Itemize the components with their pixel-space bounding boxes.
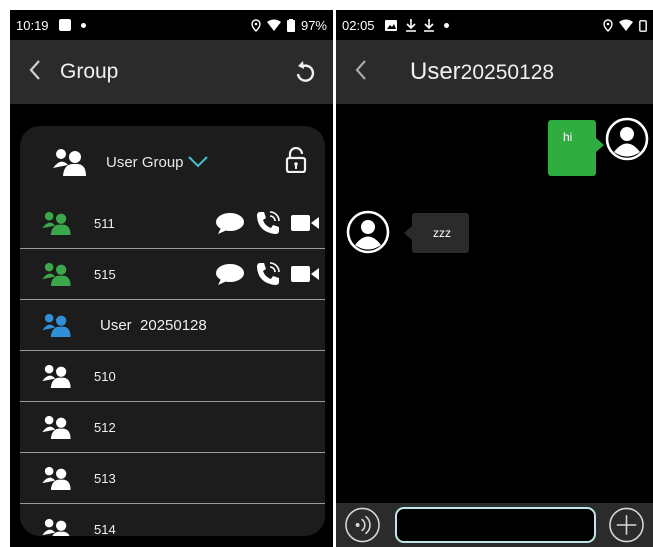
- chevron-left-icon: [355, 60, 366, 80]
- message-bubble-incoming[interactable]: zzz: [404, 213, 469, 253]
- message-bubble-outgoing[interactable]: hi: [548, 120, 604, 176]
- download-icon: [423, 18, 434, 32]
- group-icon: [53, 149, 86, 176]
- group-header[interactable]: User Group: [20, 126, 325, 198]
- avatar-icon[interactable]: [605, 117, 649, 161]
- page-title: Group: [60, 60, 119, 83]
- status-time: 10:19: [16, 17, 49, 33]
- input-bar: [336, 503, 653, 547]
- voice-icon[interactable]: [344, 506, 381, 544]
- plus-icon[interactable]: [608, 506, 645, 544]
- chat-icon[interactable]: [215, 263, 245, 285]
- status-time: 02:05: [342, 17, 375, 33]
- battery-icon: [286, 18, 295, 32]
- wifi-icon: [619, 19, 633, 31]
- member-icon: [42, 466, 71, 490]
- dot-icon: [443, 22, 449, 28]
- chat-icon[interactable]: [215, 212, 245, 234]
- refresh-button[interactable]: [277, 60, 333, 84]
- member-icon: [42, 262, 71, 286]
- member-label: 511: [94, 215, 115, 231]
- member-label: 514: [94, 522, 116, 536]
- message-input[interactable]: [395, 507, 596, 543]
- member-row[interactable]: 511: [20, 198, 325, 249]
- phone-icon[interactable]: [255, 210, 281, 236]
- member-icon: [42, 211, 71, 235]
- battery-icon: [639, 19, 647, 32]
- member-row[interactable]: 514: [20, 504, 325, 536]
- phone-icon[interactable]: [255, 261, 281, 287]
- image-icon: [384, 19, 397, 31]
- notification-icon: [58, 19, 71, 31]
- member-row[interactable]: 510: [20, 351, 325, 402]
- member-label: 515: [94, 266, 116, 282]
- member-label: 513: [94, 470, 116, 486]
- location-icon: [251, 18, 261, 32]
- member-icon: [42, 313, 71, 337]
- avatar-icon[interactable]: [346, 210, 390, 254]
- video-icon[interactable]: [291, 265, 319, 283]
- back-button[interactable]: [336, 56, 386, 88]
- member-row[interactable]: User 20250128: [20, 300, 325, 351]
- lock-open-icon[interactable]: [285, 146, 307, 178]
- dot-icon: [80, 22, 86, 28]
- member-icon: [42, 518, 70, 536]
- wifi-icon: [266, 19, 281, 31]
- member-row[interactable]: 513: [20, 453, 325, 504]
- chevron-down-icon[interactable]: [187, 156, 208, 168]
- chat-title: User20250128: [386, 58, 554, 86]
- download-icon: [405, 18, 416, 32]
- member-label: 510: [94, 368, 116, 384]
- refresh-icon: [296, 61, 315, 82]
- status-bar: 02:05: [336, 10, 653, 40]
- message-list[interactable]: hi zzz: [336, 104, 653, 503]
- group-name: User Group: [106, 153, 184, 171]
- member-label: User 20250128: [100, 316, 207, 334]
- battery-level: 97%: [300, 17, 327, 33]
- app-bar: User20250128: [336, 40, 653, 104]
- member-row[interactable]: 515: [20, 249, 325, 300]
- chat-screen: 02:05 User20250128 hi zzz: [336, 10, 653, 547]
- app-bar: Group: [10, 40, 333, 104]
- location-icon: [603, 18, 613, 32]
- chat-title-main: User: [410, 58, 461, 85]
- chat-title-suffix: 20250128: [460, 61, 555, 84]
- group-card: User Group 511 515 User 20250128 510 512…: [20, 126, 325, 536]
- status-bar: 10:19 97%: [10, 10, 333, 40]
- member-label: 512: [94, 419, 116, 435]
- video-icon[interactable]: [291, 214, 319, 232]
- back-button[interactable]: [10, 56, 60, 88]
- member-icon: [42, 415, 71, 439]
- group-screen: 10:19 97% Group User Group 511 515 User …: [10, 10, 333, 547]
- chevron-left-icon: [29, 60, 40, 80]
- member-row[interactable]: 512: [20, 402, 325, 453]
- member-icon: [42, 364, 71, 388]
